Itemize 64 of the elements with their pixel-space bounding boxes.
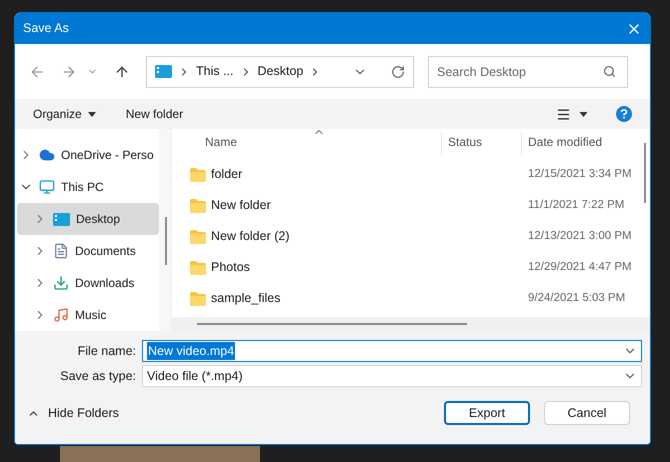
search-field[interactable]: Search Desktop	[428, 56, 628, 88]
sidebar-item[interactable]: This PC	[17, 171, 159, 203]
search-icon[interactable]	[603, 64, 616, 78]
caret-icon[interactable]	[579, 112, 588, 116]
monitor-icon	[39, 179, 55, 195]
breadcrumb[interactable]: This ...	[196, 62, 234, 81]
back-icon[interactable]	[29, 64, 45, 80]
address-bar[interactable]: This ... Desktop	[146, 56, 414, 88]
selected-text: New video.mp4	[147, 342, 236, 360]
sidebar-label: Downloads	[75, 275, 134, 292]
help-icon[interactable]	[616, 106, 632, 122]
column-header[interactable]: Date modified	[522, 133, 602, 156]
new-folder-button[interactable]: New folder	[126, 105, 184, 123]
sidebar-label: OneDrive - Perso	[61, 147, 154, 164]
date-cell-text: 9/24/2021 5:03 PM	[527, 290, 626, 306]
sidebar-label: Desktop	[76, 211, 120, 228]
desktop-icon	[53, 212, 70, 226]
caret-icon	[88, 112, 96, 116]
sidebar-label: Documents	[75, 243, 136, 260]
folder-icon	[190, 168, 206, 182]
dialog-button[interactable]: Cancel	[544, 401, 630, 425]
sidebar-label: This PC	[61, 179, 104, 196]
date-cell-text: 12/29/2021 4:47 PM	[527, 260, 632, 275]
date-cell-text: 12/13/2021 3:00 PM	[527, 228, 632, 244]
dialog-button[interactable]: Export	[444, 401, 530, 425]
column-header[interactable]: Status	[442, 133, 522, 156]
folder-icon	[190, 230, 206, 244]
sidebar-item[interactable]: Downloads	[17, 267, 159, 299]
file-name[interactable]: folder	[211, 165, 242, 184]
sidebar-item[interactable]: Music	[17, 299, 159, 331]
file-type-dropdown[interactable]: Video file (*.mp4)	[142, 365, 642, 387]
scrollbar-thumb[interactable]	[644, 143, 646, 203]
scrollbar-thumb[interactable]	[165, 217, 167, 265]
sidebar-item[interactable]: OneDrive - Perso	[17, 139, 159, 171]
refresh-icon[interactable]	[391, 64, 405, 78]
scrollbar-thumb[interactable]	[197, 323, 467, 325]
folder-icon	[190, 198, 206, 212]
field-label: Save as type:	[59, 368, 137, 385]
download-icon	[53, 275, 69, 291]
sidebar-label: Music	[75, 307, 106, 324]
window-title: Save As	[23, 20, 69, 38]
music-icon	[53, 307, 69, 323]
sidebar-item[interactable]: Documents	[17, 235, 159, 267]
forward-icon[interactable]	[61, 64, 77, 80]
column-header[interactable]: Name	[172, 133, 442, 156]
date-cell-text: 11/1/2021 7:22 PM	[527, 198, 624, 213]
folder-icon	[190, 260, 206, 274]
view-icon[interactable]	[556, 106, 571, 122]
hide-folders-button[interactable]: Hide Folders	[27, 404, 119, 422]
file-name[interactable]: New folder	[211, 196, 271, 215]
up-icon[interactable]	[114, 64, 130, 80]
breadcrumb[interactable]: Desktop	[258, 62, 304, 81]
organize-button[interactable]: Organize	[33, 105, 96, 123]
field-label: File name:	[76, 342, 137, 360]
file-name-field[interactable]: New video.mp4	[142, 340, 642, 362]
file-name[interactable]: sample_files	[211, 289, 280, 308]
sidebar-item[interactable]: Desktop	[17, 203, 159, 235]
file-name[interactable]: Photos	[211, 258, 250, 277]
file-name[interactable]: New folder (2)	[211, 227, 290, 246]
cloud-icon	[39, 147, 55, 163]
folder-icon	[190, 292, 206, 306]
document-icon	[53, 243, 69, 259]
desktop-icon	[155, 65, 172, 78]
date-cell-text: 12/15/2021 3:34 PM	[527, 166, 632, 182]
